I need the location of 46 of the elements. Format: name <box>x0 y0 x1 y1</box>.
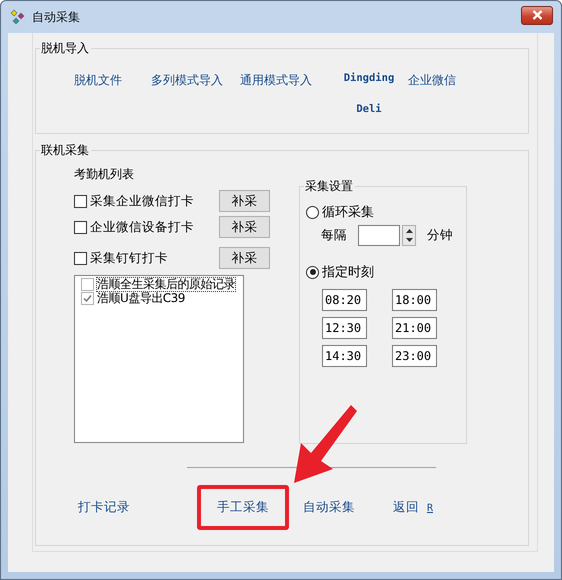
checkbox-option[interactable]: 采集企业微信打卡 <box>74 192 194 210</box>
close-button[interactable] <box>521 6 553 24</box>
interval-label: 每隔 <box>321 227 347 244</box>
checkbox[interactable] <box>81 278 94 290</box>
device-listbox[interactable]: 浩顺全生采集后的原始记录 浩顺U盘导出C39 <box>74 275 244 443</box>
radio-button[interactable] <box>306 206 319 218</box>
time-field[interactable]: 23:00 <box>392 345 437 367</box>
interval-field[interactable] <box>358 225 400 246</box>
time-field[interactable]: 08:20 <box>322 289 367 311</box>
checkbox[interactable] <box>74 252 87 264</box>
window-title: 自动采集 <box>32 8 80 26</box>
checkbox[interactable] <box>74 194 87 208</box>
device-item[interactable]: 浩顺U盘导出C39 <box>81 291 243 305</box>
device-item[interactable]: 浩顺全生采集后的原始记录 <box>81 277 243 291</box>
up-arrow-icon[interactable] <box>406 228 412 233</box>
action-link[interactable]: 打卡记录 <box>74 485 197 530</box>
group-title: 脱机导入 <box>40 40 90 57</box>
time-field[interactable]: 21:00 <box>392 317 437 339</box>
highlighted-link[interactable]: 手工采集 <box>197 485 289 530</box>
list-label: 考勤机列表 <box>74 166 135 182</box>
checkbox[interactable] <box>81 292 94 304</box>
diamonds-icon <box>10 9 26 25</box>
radio-button[interactable] <box>306 266 319 278</box>
import-link[interactable]: 多列模式导入 <box>151 72 240 89</box>
checkbox[interactable] <box>74 220 87 234</box>
recollect-button[interactable]: 补采 <box>219 216 270 238</box>
checkbox-option[interactable]: 企业微信设备打卡 <box>74 218 194 236</box>
radio-option[interactable]: 循环采集 <box>300 203 466 221</box>
import-link[interactable]: 脱机文件 <box>74 72 151 89</box>
close-icon <box>532 10 542 20</box>
time-field[interactable]: 18:00 <box>392 289 437 311</box>
time-field[interactable]: 14:30 <box>322 345 367 367</box>
import-link[interactable]: 企业微信 <box>408 72 528 89</box>
group-title: 采集设置 <box>304 178 354 195</box>
down-arrow-icon[interactable] <box>406 238 412 242</box>
spinner-button[interactable] <box>402 225 416 246</box>
unit-label: 分钟 <box>427 227 453 244</box>
checkbox-option[interactable]: 采集钉钉打卡 <box>74 250 168 266</box>
action-link[interactable]: 返回 R <box>389 485 437 530</box>
group-title: 联机采集 <box>40 142 90 159</box>
action-link[interactable]: 自动采集 <box>299 485 389 530</box>
import-link[interactable]: Deli <box>330 103 408 115</box>
recollect-button[interactable]: 补采 <box>219 247 270 269</box>
radio-option[interactable]: 指定时刻 <box>300 263 466 281</box>
recollect-button[interactable]: 补采 <box>219 190 270 212</box>
time-field[interactable]: 12:30 <box>322 317 367 339</box>
